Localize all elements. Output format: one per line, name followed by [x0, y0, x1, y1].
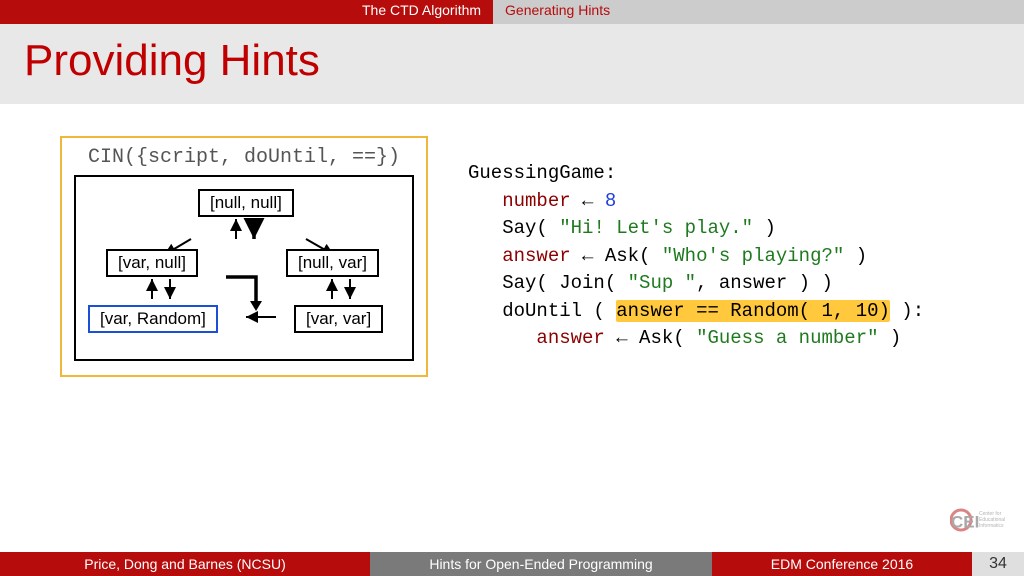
- node-right2: [var, var]: [294, 305, 383, 333]
- footer: Price, Dong and Barnes (NCSU) Hints for …: [0, 552, 1024, 576]
- code-l3c: ): [753, 217, 776, 239]
- svg-text:Center for: Center for: [979, 511, 1002, 517]
- code-l3a: Say(: [502, 217, 559, 239]
- footer-page: 34: [972, 552, 1024, 576]
- cin-label: CIN({script, doUntil, ==}): [74, 146, 414, 169]
- code-l5a: Say( Join(: [502, 272, 627, 294]
- footer-authors: Price, Dong and Barnes (NCSU): [0, 552, 370, 576]
- topbar-subsection: Generating Hints: [493, 0, 622, 24]
- content: CIN({script, doUntil, ==}): [0, 104, 1024, 377]
- footer-venue: EDM Conference 2016: [712, 552, 972, 576]
- code-l2-num: 8: [605, 190, 616, 212]
- code-block: GuessingGame: number ← 8 Say( "Hi! Let's…: [468, 136, 924, 377]
- code-l4b: ← Ask(: [571, 245, 662, 267]
- page-title: Providing Hints: [24, 36, 1000, 86]
- topbar: The CTD Algorithm Generating Hints: [0, 0, 1024, 24]
- code-l7-id: answer: [536, 327, 604, 349]
- node-left1: [var, null]: [106, 249, 198, 277]
- graph-box: [null, null] [var, null] [null, var] [va…: [74, 175, 414, 361]
- code-l1: GuessingGame:: [468, 162, 616, 184]
- diagram-box: CIN({script, doUntil, ==}): [60, 136, 428, 377]
- svg-text:CEI: CEI: [951, 513, 979, 532]
- node-left2: [var, Random]: [88, 305, 218, 333]
- code-l5c: , answer ) ): [696, 272, 833, 294]
- code-l7b: ← Ask(: [605, 327, 696, 349]
- cei-logo: CEI Center for Educational Informatics: [950, 497, 1010, 548]
- code-l3-str: "Hi! Let's play.": [559, 217, 753, 239]
- topbar-section: The CTD Algorithm: [350, 0, 493, 24]
- code-l2-arrow: ←: [571, 190, 605, 212]
- code-l5-str: "Sup ": [628, 272, 696, 294]
- code-l4-id: answer: [502, 245, 570, 267]
- code-l4d: ): [844, 245, 867, 267]
- title-area: Providing Hints: [0, 24, 1024, 104]
- svg-text:Educational: Educational: [979, 517, 1005, 523]
- code-l2-id: number: [502, 190, 570, 212]
- svg-text:Informatics: Informatics: [979, 523, 1004, 529]
- node-top: [null, null]: [198, 189, 294, 217]
- code-l4-str: "Who's playing?": [662, 245, 844, 267]
- code-l7-str: "Guess a number": [696, 327, 878, 349]
- node-right1: [null, var]: [286, 249, 379, 277]
- code-l6-hl: answer == Random( 1, 10): [616, 300, 890, 322]
- code-l6b: ):: [890, 300, 924, 322]
- footer-title: Hints for Open-Ended Programming: [370, 552, 712, 576]
- code-l7d: ): [879, 327, 902, 349]
- code-l6a: doUntil (: [502, 300, 616, 322]
- topbar-spacer: [0, 0, 350, 24]
